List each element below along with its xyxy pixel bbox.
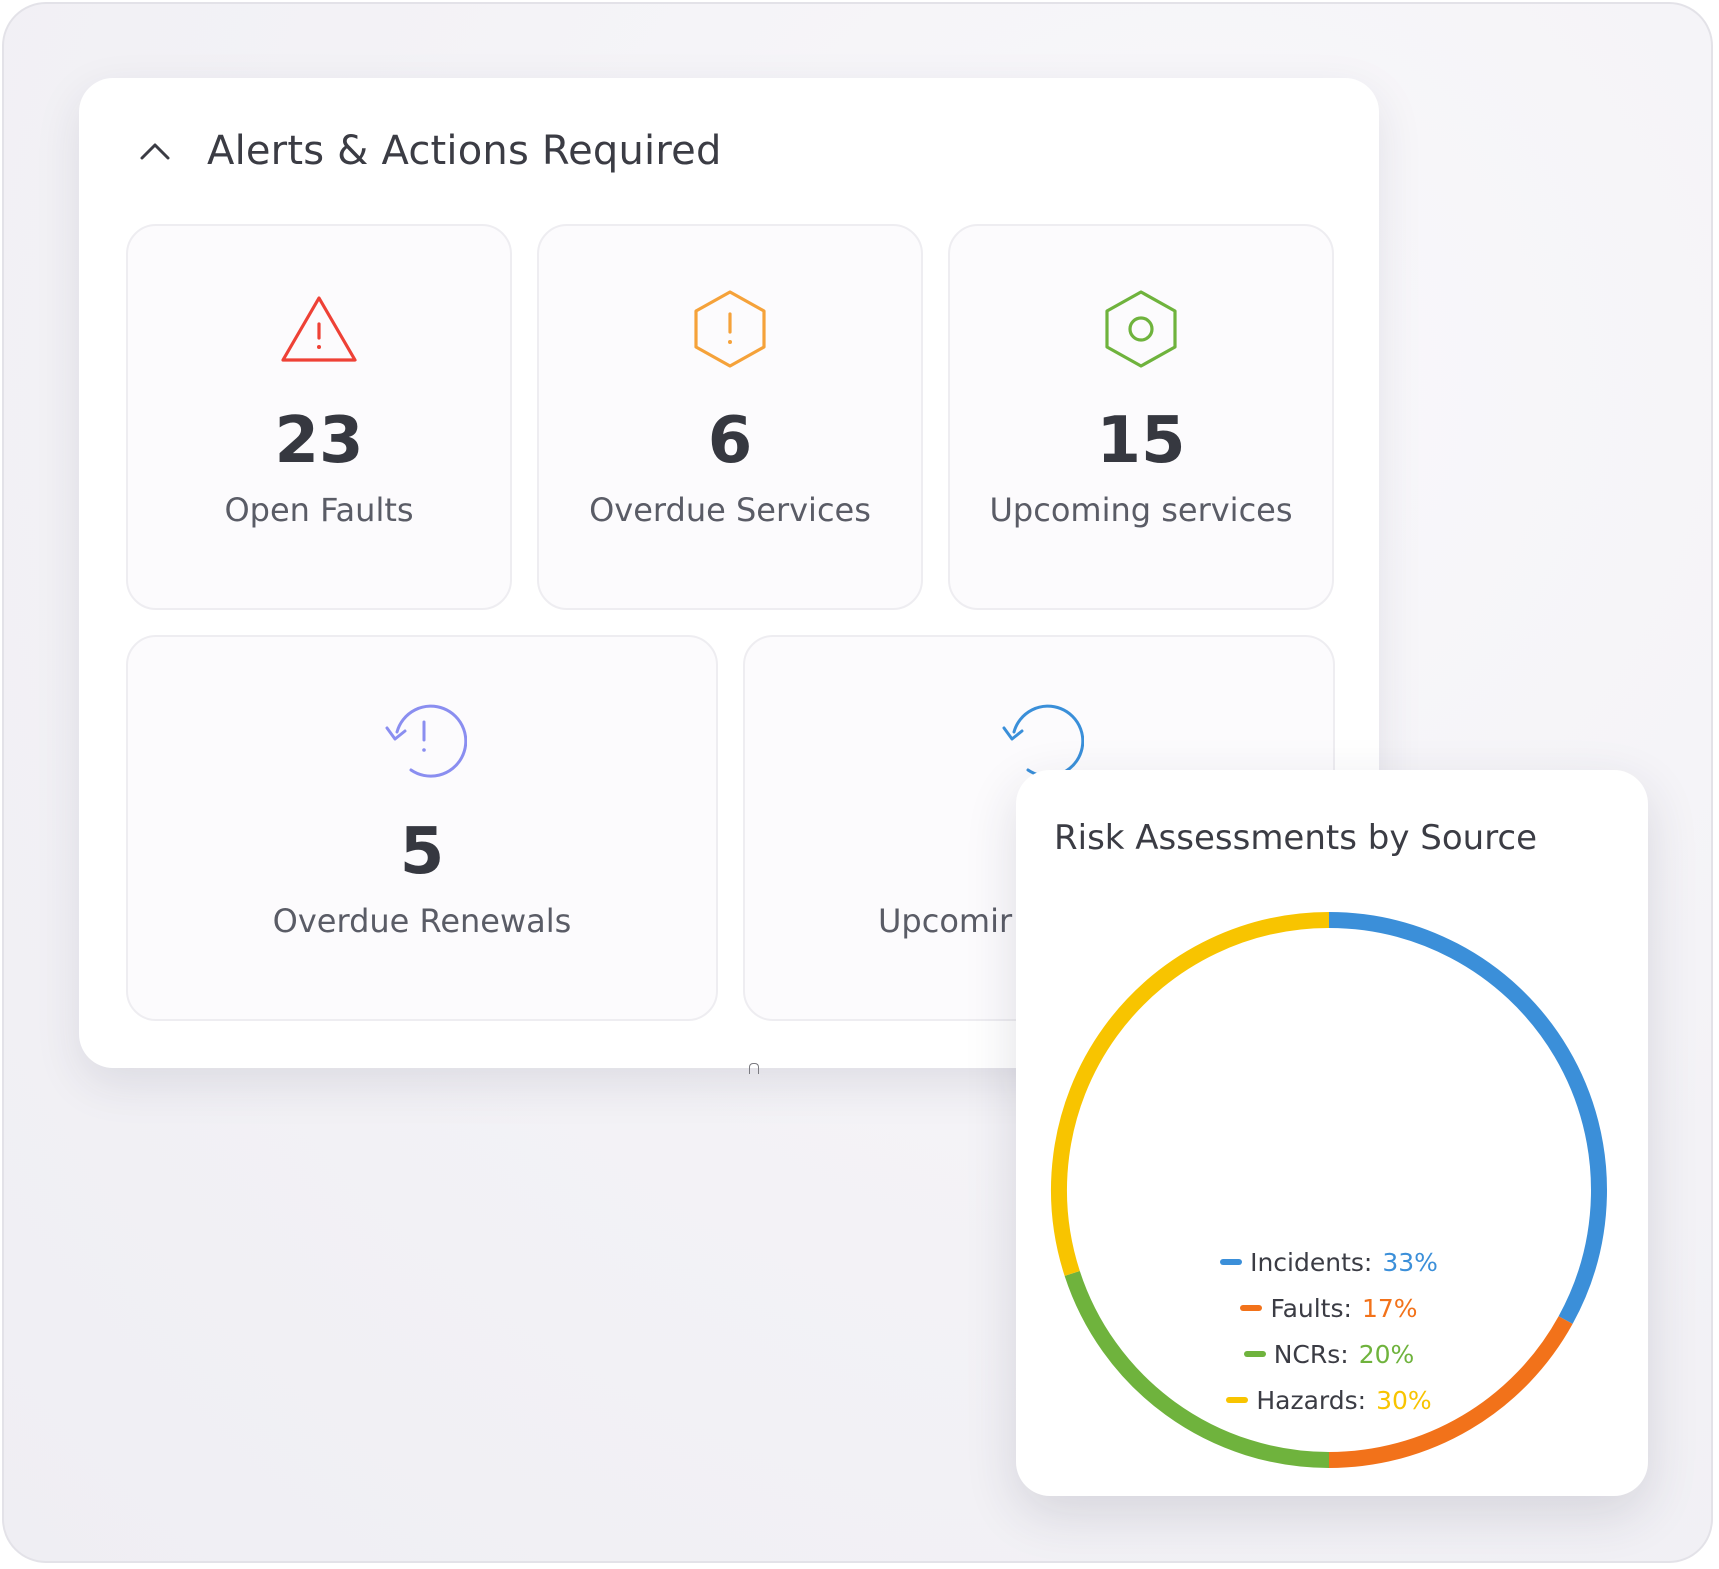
- overdue-renewals-card[interactable]: 5 Overdue Renewals: [126, 635, 718, 1021]
- legend-swatch: [1243, 1351, 1266, 1357]
- legend-item-ncrs: NCRs: 20%: [1243, 1339, 1415, 1369]
- upcoming-services-card[interactable]: 15 Upcoming services: [948, 224, 1334, 610]
- alerts-title: Alerts & Actions Required: [207, 128, 722, 174]
- legend-swatch: [1240, 1305, 1263, 1311]
- upcoming-services-count: 15: [1096, 404, 1186, 478]
- resize-handle[interactable]: [749, 1063, 759, 1074]
- overdue-renewals-count: 5: [399, 815, 445, 889]
- legend-item-hazards: Hazards: 30%: [1226, 1385, 1432, 1415]
- alerts-header: Alerts & Actions Required: [137, 128, 722, 174]
- legend-value: 33%: [1382, 1247, 1438, 1277]
- chart-legend: Incidents: 33% Faults: 17% NCRs: 20% Hazards: 3…: [1049, 1247, 1609, 1415]
- legend-value: 17%: [1361, 1293, 1418, 1323]
- hex-nut-icon: [1096, 284, 1186, 374]
- donut-segment-hazards: [1051, 912, 1330, 1276]
- legend-label: NCRs:: [1273, 1339, 1349, 1369]
- open-faults-label: Open Faults: [224, 491, 414, 529]
- overdue-services-card[interactable]: 6 Overdue Services: [537, 224, 923, 610]
- legend-value: 20%: [1358, 1339, 1415, 1369]
- risk-title: Risk Assessments by Source: [1054, 818, 1538, 858]
- legend-label: Faults:: [1270, 1293, 1352, 1323]
- legend-swatch: [1220, 1259, 1243, 1265]
- legend-value: 30%: [1376, 1385, 1432, 1415]
- legend-item-faults: Faults: 17%: [1240, 1293, 1418, 1323]
- upcoming-services-label: Upcoming services: [989, 491, 1293, 529]
- history-alert-icon: [377, 695, 467, 785]
- warning-triangle-icon: [274, 284, 364, 374]
- risk-assessments-card: Risk Assessments by Source Incidents: 33%…: [1016, 770, 1648, 1496]
- legend-label: Incidents:: [1250, 1247, 1373, 1277]
- overdue-renewals-label: Overdue Renewals: [272, 902, 572, 940]
- open-faults-count: 23: [274, 404, 364, 478]
- collapse-button[interactable]: [137, 133, 173, 169]
- screenshot-frame: Alerts & Actions Required 23 Open Faults: [2, 2, 1713, 1563]
- overdue-services-count: 6: [707, 404, 753, 478]
- warning-hexagon-icon: [685, 284, 775, 374]
- donut-chart: Incidents: 33% Faults: 17% NCRs: 20% Hazards: 3…: [1049, 910, 1609, 1470]
- open-faults-card[interactable]: 23 Open Faults: [126, 224, 512, 610]
- legend-item-incidents: Incidents: 33%: [1220, 1247, 1438, 1277]
- chevron-up-icon: [140, 143, 170, 160]
- overdue-services-label: Overdue Services: [589, 491, 871, 529]
- legend-swatch: [1226, 1397, 1249, 1403]
- legend-label: Hazards:: [1256, 1385, 1367, 1415]
